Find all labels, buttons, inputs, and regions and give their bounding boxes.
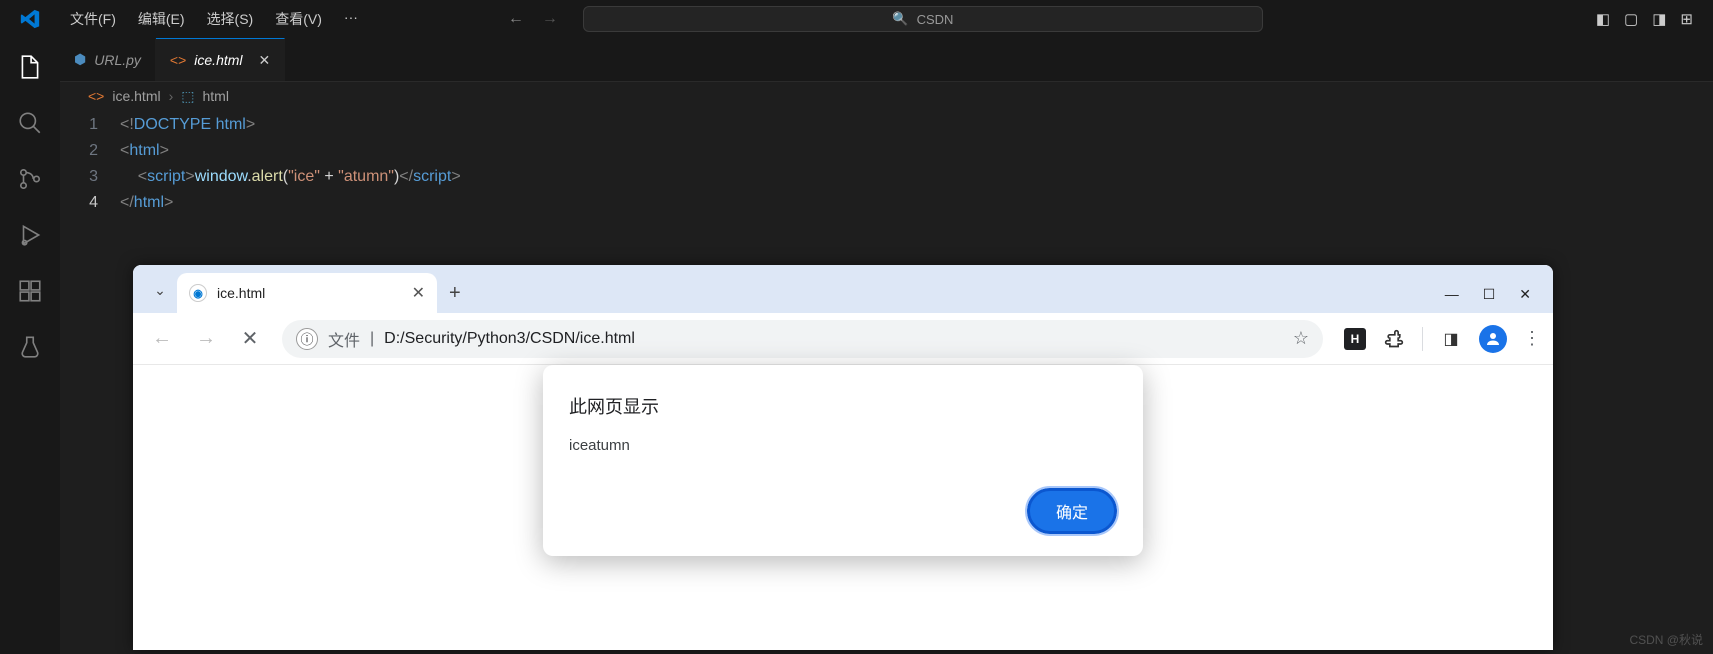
menu-bar: 文件(F) 编辑(E) 选择(S) 查看(V) ··· [60,3,368,35]
nav-forward-icon[interactable]: → [542,10,558,28]
extension-badge[interactable]: H [1344,328,1366,350]
menu-view[interactable]: 查看(V) [265,3,332,35]
watermark: CSDN @秋说 [1629,631,1703,648]
command-center[interactable]: 🔍 CSDN [583,6,1263,32]
layout-sidebar-icon[interactable]: ◧ [1596,10,1610,28]
code-line-3: <script>window.alert("ice" + "atumn")</s… [120,168,461,186]
code-line-2: <html> [120,142,169,160]
profile-avatar[interactable] [1479,325,1507,353]
browser-tab-active[interactable]: ◉ ice.html ✕ [177,273,437,313]
line-number: 3 [60,168,120,186]
line-number: 2 [60,142,120,160]
maximize-icon[interactable]: ☐ [1483,286,1496,303]
menu-select[interactable]: 选择(S) [197,3,264,35]
breadcrumb-element: html [203,88,229,104]
new-tab-button[interactable]: + [449,282,461,305]
reload-icon[interactable]: ✕ [233,322,267,356]
browser-tabbar: ⌄ ◉ ice.html ✕ + — ☐ ✕ [133,265,1553,313]
nav-arrows: ← → [508,10,558,28]
alert-title: 此网页显示 [569,393,1117,419]
side-panel-icon[interactable]: ◨ [1439,327,1463,351]
close-icon[interactable]: ✕ [1519,286,1531,303]
search-placeholder: CSDN [917,12,954,27]
layout-controls: ◧ ▢ ◨ ⊞ [1596,10,1713,28]
layout-panel-icon[interactable]: ▢ [1624,10,1638,28]
menu-file[interactable]: 文件(F) [60,3,126,35]
forward-icon[interactable]: → [189,322,223,356]
tab-search-icon[interactable]: ⌄ [143,273,177,307]
code-line-4: </html> [120,194,173,212]
tab-url-py[interactable]: ⬢ URL.py [60,38,156,81]
alert-actions: 确定 [569,488,1117,534]
breadcrumb[interactable]: <> ice.html › ⬚ html [60,82,1713,110]
address-bar[interactable]: ⓘ 文件 | D:/Security/Python3/CSDN/ice.html… [282,320,1323,358]
layout-customize-icon[interactable]: ⊞ [1680,10,1693,28]
search-icon: 🔍 [892,11,908,27]
url-scheme: 文件 [328,327,360,351]
chevron-right-icon: › [169,88,174,104]
back-icon[interactable]: ← [145,322,179,356]
extensions-icon[interactable] [1382,327,1406,351]
tab-label: URL.py [94,52,141,68]
python-icon: ⬢ [74,51,86,68]
url-path: D:/Security/Python3/CSDN/ice.html [384,330,635,348]
vscode-logo-icon [0,8,60,30]
kebab-menu-icon[interactable]: ⋮ [1523,328,1541,349]
code-editor[interactable]: 1 <!DOCTYPE html> 2 <html> 3 <script>win… [60,110,1713,216]
html-icon: <> [88,88,104,104]
minimize-icon[interactable]: — [1445,286,1459,303]
toolbar-right: H ◨ ⋮ [1338,325,1541,353]
divider [1422,327,1423,351]
menu-edit[interactable]: 编辑(E) [128,3,195,35]
element-icon: ⬚ [181,88,194,105]
vscode-titlebar: 文件(F) 编辑(E) 选择(S) 查看(V) ··· ← → 🔍 CSDN ◧… [0,0,1713,38]
browser-viewport: 此网页显示 iceatumn 确定 [133,365,1553,650]
close-icon[interactable]: ✕ [412,283,425,303]
info-icon[interactable]: ⓘ [296,328,318,350]
bookmark-icon[interactable]: ☆ [1293,328,1309,349]
browser-tab-title: ice.html [217,285,265,301]
close-icon[interactable]: ✕ [259,52,271,69]
run-debug-icon[interactable] [16,221,44,249]
nav-back-icon[interactable]: ← [508,10,524,28]
html-icon: <> [170,52,186,68]
activity-bar [0,38,60,654]
favicon-icon: ◉ [189,284,207,302]
search-icon[interactable] [16,109,44,137]
tab-label: ice.html [194,52,242,68]
alert-dialog: 此网页显示 iceatumn 确定 [543,365,1143,556]
testing-icon[interactable] [16,333,44,361]
window-controls: — ☐ ✕ [1445,286,1553,303]
explorer-icon[interactable] [16,53,44,81]
line-number: 1 [60,116,120,134]
source-control-icon[interactable] [16,165,44,193]
alert-message: iceatumn [569,437,1117,454]
code-line-1: <!DOCTYPE html> [120,116,255,134]
layout-sidebar-right-icon[interactable]: ◨ [1652,10,1666,28]
menu-more[interactable]: ··· [334,3,368,35]
line-number: 4 [60,194,120,212]
extensions-icon[interactable] [16,277,44,305]
ok-button[interactable]: 确定 [1027,488,1117,534]
browser-toolbar: ← → ✕ ⓘ 文件 | D:/Security/Python3/CSDN/ic… [133,313,1553,365]
editor-tabs: ⬢ URL.py <> ice.html ✕ [60,38,1713,82]
breadcrumb-file: ice.html [112,88,160,104]
tab-ice-html[interactable]: <> ice.html ✕ [156,38,285,81]
browser-window: ⌄ ◉ ice.html ✕ + — ☐ ✕ ← → ✕ ⓘ 文件 | D:/S… [133,265,1553,650]
